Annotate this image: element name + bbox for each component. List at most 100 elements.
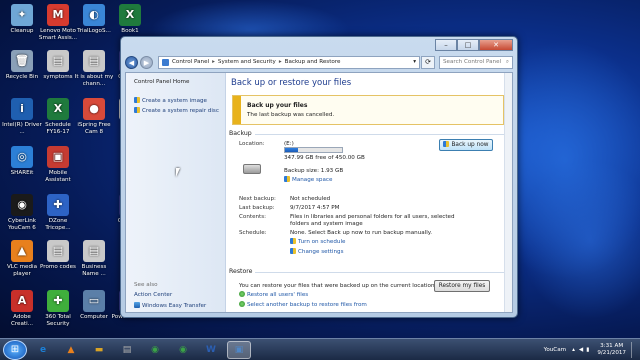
taskbar-app-button[interactable]: ▲ [59,341,83,359]
app-icon: ▲ [11,240,33,262]
desktop-icon[interactable]: M Lenovo Moto Smart Assis... [38,4,78,41]
create-repair-disc-link[interactable]: Create a system repair disc [134,107,219,114]
back-up-now-button[interactable]: Back up now [439,139,493,151]
shield-icon [290,248,296,254]
show-desktop-button[interactable] [631,342,636,358]
tray-arrow-icon[interactable]: ▴ [572,347,575,353]
page-title: Back up or restore your files [231,78,352,88]
desktop-icon[interactable]: ▤ symptoms [38,50,78,81]
close-button[interactable]: ✕ [479,39,513,51]
desktop-icon-label: Book1 [121,28,139,34]
backup-restore-window: – □ ✕ ◀ ▶ Control Panel ▸ System and Sec… [120,36,518,318]
taskbar-app-button[interactable]: ▬ [87,341,111,359]
desktop-icon-label: DZone Tricope... [45,218,71,231]
address-bar[interactable]: Control Panel ▸ System and Security ▸ Ba… [158,55,420,69]
desktop-icon[interactable]: ▤ Promo codes [38,240,78,271]
start-button[interactable]: ⊞ [3,339,27,360]
restore-my-files-button[interactable]: Restore my files [434,280,490,292]
select-another-backup-link[interactable]: Select another backup to restore files f… [239,301,367,308]
warning-bar [233,96,241,124]
vertical-scrollbar[interactable] [504,73,512,312]
free-space-text: 347.99 GB free of 450.00 GB [284,155,365,161]
control-panel-home-link[interactable]: Control Panel Home [134,79,189,85]
taskbar-app-button[interactable]: e [31,341,55,359]
desktop-icon[interactable]: ◐ TrialLogoS... [74,4,114,35]
change-settings-label: Change settings [298,249,344,255]
hard-drive-icon [243,164,261,174]
search-icon: ⌕ [505,58,509,65]
network-icon[interactable]: ▮ [586,347,589,353]
desktop-icon[interactable]: X Book1 [110,4,150,35]
desktop-icon[interactable]: X Schedule FY16-17 [38,98,78,135]
action-center-link[interactable]: Action Center [134,292,172,298]
taskbar-app-button[interactable]: ▤ [115,341,139,359]
taskbar-app-button[interactable]: ◉ [171,341,195,359]
back-button[interactable]: ◀ [125,55,138,69]
taskbar-app-icon: ▤ [122,344,132,355]
app-icon: A [11,290,33,312]
forward-button[interactable]: ▶ [140,55,153,69]
taskbar-pinned-apps: e ▲ ▬ ▤ ◉ ◉ W ▣ [27,340,251,359]
desktop-icon[interactable]: 🗑 Recycle Bin [2,50,42,81]
shield-icon [290,238,296,244]
manage-space-link[interactable]: Manage space [284,176,332,183]
select-another-backup-label: Select another backup to restore files f… [247,302,367,308]
desktop-icon[interactable]: ◉ CyberLink YouCam 6 [2,194,42,231]
clock-time: 3:31 AM [600,343,624,349]
desktop-icon-label: Lenovo Moto Smart Assis... [38,28,78,41]
schedule-label: Schedule: [239,230,267,236]
next-backup-value: Not scheduled [290,196,331,202]
taskbar-app-button[interactable]: ◉ [143,341,167,359]
search-placeholder: Search Control Panel [443,58,502,65]
last-backup-label: Last backup: [239,205,275,211]
windows-easy-transfer-link[interactable]: Windows Easy Transfer [134,302,206,309]
app-icon: ▤ [83,240,105,262]
desktop-icon[interactable]: ▭ Computer [74,290,114,321]
desktop-icon[interactable]: i Intel(R) Driver ... [2,98,42,135]
shield-icon [443,141,450,147]
desktop-icon[interactable]: ✦ Cleanup [2,4,42,35]
volume-icon[interactable]: ◀ [579,347,583,353]
desktop-icon[interactable]: ✚ DZone Tricope... [38,194,78,231]
desktop-icon-label: TrialLogoS... [77,28,111,34]
desktop-icon[interactable]: ✚ 360 Total Security [38,290,78,327]
app-icon: ✚ [47,290,69,312]
breadcrumb-control-panel[interactable]: Control Panel [172,59,209,65]
breadcrumb-backup-restore[interactable]: Backup and Restore [285,59,341,65]
desktop-icon[interactable]: ▤ Business Name ... [74,240,114,277]
restore-all-users-label: Restore all users' files [247,292,309,298]
clock[interactable]: 3:31 AM 9/21/2017 [597,343,626,357]
minimize-button[interactable]: – [435,39,457,51]
taskbar-app-button[interactable]: ▣ [227,340,251,359]
tray-app-label[interactable]: YouCam [544,347,566,353]
app-icon: ▤ [47,50,69,72]
restore-all-users-link[interactable]: Restore all users' files [239,291,308,298]
desktop-icon[interactable]: ▣ Mobile Assistant [38,146,78,183]
turn-on-schedule-link[interactable]: Turn on schedule [290,238,345,245]
desktop-icon-label: It is about my chann... [74,74,114,87]
next-backup-label: Next backup: [239,196,276,202]
turn-on-schedule-label: Turn on schedule [298,239,346,245]
desktop-icon[interactable]: ◎ SHAREit [2,146,42,177]
restore-text: You can restore your files that were bac… [239,283,437,289]
restore-icon [239,291,245,297]
desktop-icon-label: Intel(R) Driver ... [2,122,42,135]
taskbar-app-button[interactable]: W [199,341,223,359]
main-pane: Back up or restore your files Back up yo… [227,73,512,312]
desktop-icon[interactable]: ▲ VLC media player [2,240,42,277]
create-system-image-link[interactable]: Create a system image [134,97,207,104]
refresh-button[interactable]: ⟳ [421,55,435,69]
window-content: Control Panel Home Create a system image… [125,72,513,313]
maximize-button[interactable]: □ [457,39,479,51]
drive-usage-bar [284,147,343,153]
app-icon: i [11,98,33,120]
breadcrumb-system-security[interactable]: System and Security [218,59,276,65]
desktop-icon[interactable]: ● iSpring Free Cam 8 [74,98,114,135]
app-icon: ● [83,98,105,120]
search-input[interactable]: Search Control Panel ⌕ [439,55,513,69]
desktop-icon[interactable]: A Adobe Creati... [2,290,42,327]
address-dropdown-icon[interactable]: ▾ [413,59,416,65]
desktop-icon[interactable]: ▤ It is about my chann... [74,50,114,87]
desktop-icon-label: SHAREit [10,170,34,176]
change-settings-link[interactable]: Change settings [290,248,344,255]
